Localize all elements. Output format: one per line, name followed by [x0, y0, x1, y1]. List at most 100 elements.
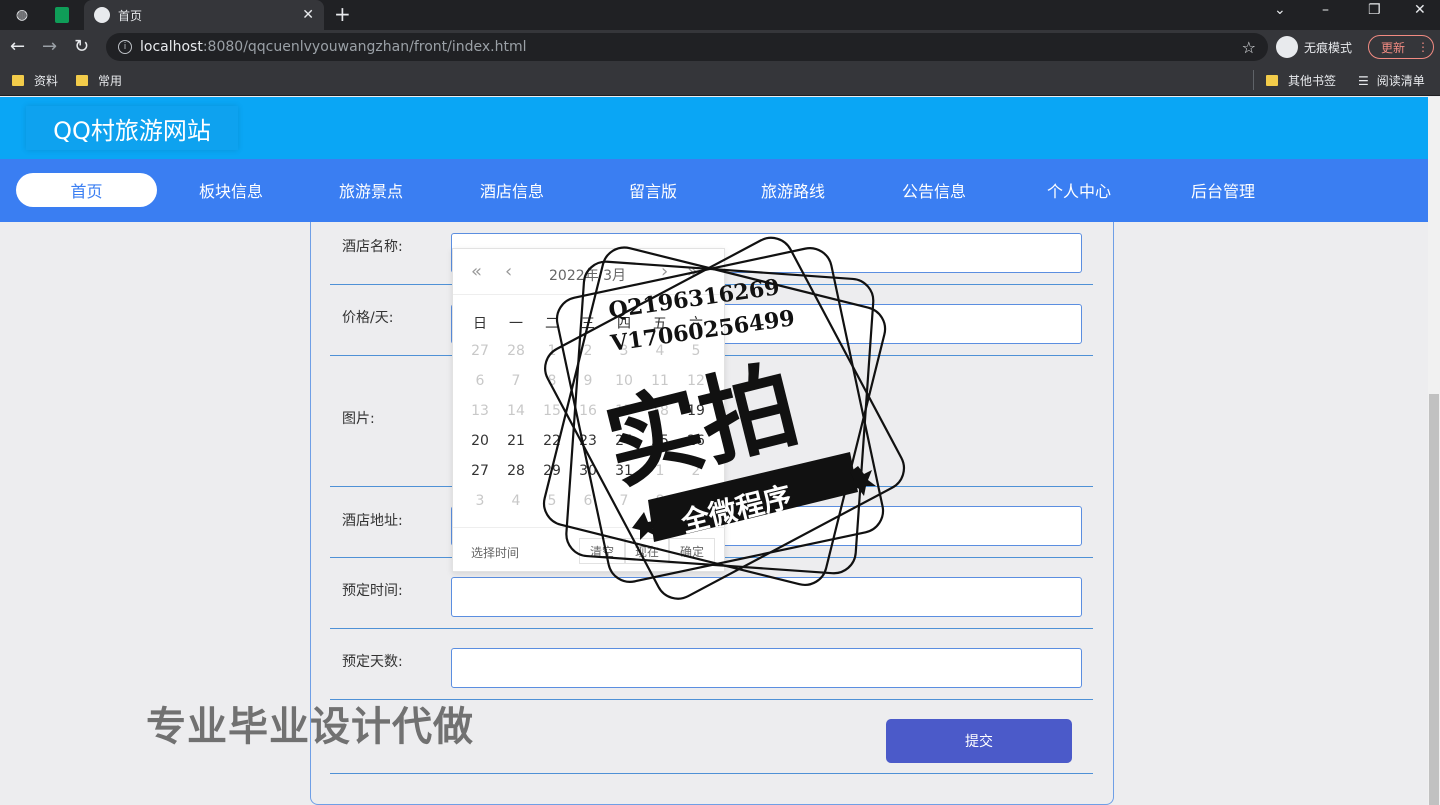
new-tab-icon[interactable]: + — [334, 2, 351, 26]
calendar-day[interactable]: 13 — [465, 403, 495, 419]
nav-hotels[interactable]: 酒店信息 — [467, 173, 557, 207]
nav-guestbook[interactable]: 留言版 — [608, 173, 698, 207]
bookmark-label: 其他书签 — [1288, 74, 1337, 88]
calendar-day[interactable]: 4 — [501, 493, 531, 509]
nav-sections[interactable]: 板块信息 — [186, 173, 276, 207]
nav-home[interactable]: 首页 — [16, 173, 157, 207]
globe-icon[interactable]: ◍ — [10, 3, 34, 27]
calendar-day[interactable]: 16 — [573, 403, 603, 419]
update-button[interactable]: 更新 ⋮ — [1368, 35, 1434, 59]
more-menu-icon[interactable]: ⋮ — [1417, 40, 1429, 54]
chevron-down-icon[interactable]: ⌄ — [1274, 2, 1286, 18]
calendar-day[interactable]: 4 — [645, 343, 675, 359]
select-time-link[interactable]: 选择时间 — [471, 544, 519, 561]
calendar-day[interactable]: 10 — [609, 373, 639, 389]
watermark-bottom-text: 专业毕业设计代做 — [146, 704, 474, 750]
forward-arrow-icon[interactable]: → — [42, 36, 57, 57]
submit-button[interactable]: 提交 — [886, 719, 1072, 763]
bookmark-folder[interactable]: 常用 — [76, 72, 122, 89]
close-window-icon[interactable]: ✕ — [1414, 2, 1426, 18]
other-bookmarks[interactable]: 其他书签 — [1266, 72, 1336, 89]
incognito-icon — [1276, 36, 1298, 58]
prev-month-icon[interactable]: ‹ — [505, 261, 512, 282]
calendar-day[interactable]: 19 — [681, 403, 711, 419]
nav-profile[interactable]: 个人中心 — [1034, 173, 1124, 207]
booking-time-input[interactable] — [451, 577, 1082, 617]
calendar-day[interactable]: 6 — [465, 373, 495, 389]
calendar-day[interactable]: 9 — [681, 493, 711, 509]
calendar-day[interactable]: 7 — [609, 493, 639, 509]
globe-icon — [94, 7, 110, 23]
calendar-day[interactable]: 3 — [609, 343, 639, 359]
calendar-day[interactable]: 8 — [537, 373, 567, 389]
minimize-icon[interactable]: – — [1322, 2, 1329, 18]
confirm-button[interactable]: 确定 — [669, 538, 715, 564]
now-button[interactable]: 现在 — [625, 538, 669, 564]
back-arrow-icon[interactable]: ← — [10, 36, 25, 57]
folder-icon — [12, 75, 24, 86]
star-icon[interactable]: ☆ — [1242, 38, 1256, 57]
calendar-day[interactable]: 18 — [645, 403, 675, 419]
calendar-day[interactable]: 26 — [681, 433, 711, 449]
active-tab[interactable]: 首页 ✕ — [84, 0, 324, 30]
restore-icon[interactable]: ❐ — [1368, 2, 1381, 18]
nav-admin[interactable]: 后台管理 — [1178, 173, 1268, 207]
url-host: localhost — [140, 39, 203, 55]
calendar-day[interactable]: 1 — [537, 343, 567, 359]
calendar-day[interactable]: 2 — [681, 463, 711, 479]
calendar-day[interactable]: 2 — [573, 343, 603, 359]
bookmark-folder[interactable]: 资料 — [12, 72, 58, 89]
date-picker-header: « ‹ 2022年 3月 › » — [453, 249, 726, 295]
clear-button[interactable]: 清空 — [579, 538, 625, 564]
reload-icon[interactable]: ↻ — [74, 36, 89, 57]
calendar-day[interactable]: 14 — [501, 403, 531, 419]
reading-list[interactable]: ☰ 阅读清单 — [1358, 72, 1425, 89]
calendar-day[interactable]: 15 — [537, 403, 567, 419]
calendar-day[interactable]: 24 — [609, 433, 639, 449]
calendar-day[interactable]: 28 — [501, 343, 531, 359]
calendar-day[interactable]: 8 — [645, 493, 675, 509]
date-picker-title[interactable]: 2022年 3月 — [549, 265, 626, 285]
bookmark-separator — [1253, 70, 1254, 90]
row-divider — [330, 773, 1093, 774]
calendar-day[interactable]: 25 — [645, 433, 675, 449]
calendar-day[interactable]: 7 — [501, 373, 531, 389]
folder-icon — [76, 75, 88, 86]
prev-year-icon[interactable]: « — [471, 261, 482, 282]
nav-announcements[interactable]: 公告信息 — [889, 173, 979, 207]
booking-days-input[interactable] — [451, 648, 1082, 688]
calendar-day[interactable]: 23 — [573, 433, 603, 449]
calendar-day[interactable]: 21 — [501, 433, 531, 449]
nav-routes[interactable]: 旅游路线 — [748, 173, 838, 207]
info-icon[interactable]: i — [118, 40, 132, 54]
bookmarks-bar: 资料 常用 其他书签 ☰ 阅读清单 — [0, 64, 1440, 96]
calendar-day[interactable]: 5 — [537, 493, 567, 509]
calendar-day[interactable]: 22 — [537, 433, 567, 449]
close-tab-icon[interactable]: ✕ — [302, 7, 314, 23]
calendar-day[interactable]: 12 — [681, 373, 711, 389]
calendar-day[interactable]: 9 — [573, 373, 603, 389]
calendar-day[interactable]: 6 — [573, 493, 603, 509]
calendar-day[interactable]: 31 — [609, 463, 639, 479]
calendar-day[interactable]: 29 — [537, 463, 567, 479]
next-month-icon[interactable]: › — [661, 261, 668, 282]
incognito-indicator[interactable]: 无痕模式 — [1276, 36, 1352, 58]
next-year-icon[interactable]: » — [687, 261, 698, 282]
scrollbar-thumb[interactable] — [1429, 394, 1439, 805]
sheets-tab-icon[interactable] — [50, 3, 74, 27]
site-title[interactable]: QQ村旅游网站 — [26, 106, 238, 150]
address-bar[interactable]: i localhost :8080/qqcuenlvyouwangzhan/fr… — [106, 33, 1268, 61]
calendar-day[interactable]: 20 — [465, 433, 495, 449]
calendar-day[interactable]: 11 — [645, 373, 675, 389]
nav-attractions[interactable]: 旅游景点 — [326, 173, 416, 207]
calendar-day[interactable]: 27 — [465, 463, 495, 479]
calendar-day[interactable]: 27 — [465, 343, 495, 359]
calendar-day[interactable]: 30 — [573, 463, 603, 479]
calendar-day[interactable]: 1 — [645, 463, 675, 479]
calendar-day[interactable]: 3 — [465, 493, 495, 509]
calendar-day[interactable]: 17 — [609, 403, 639, 419]
calendar-day[interactable]: 28 — [501, 463, 531, 479]
main-nav: 首页 板块信息 旅游景点 酒店信息 留言版 旅游路线 公告信息 个人中心 后台管… — [0, 159, 1428, 222]
browser-toolbar: ← → ↻ i localhost :8080/qqcuenlvyouwangz… — [0, 30, 1440, 64]
calendar-day[interactable]: 5 — [681, 343, 711, 359]
